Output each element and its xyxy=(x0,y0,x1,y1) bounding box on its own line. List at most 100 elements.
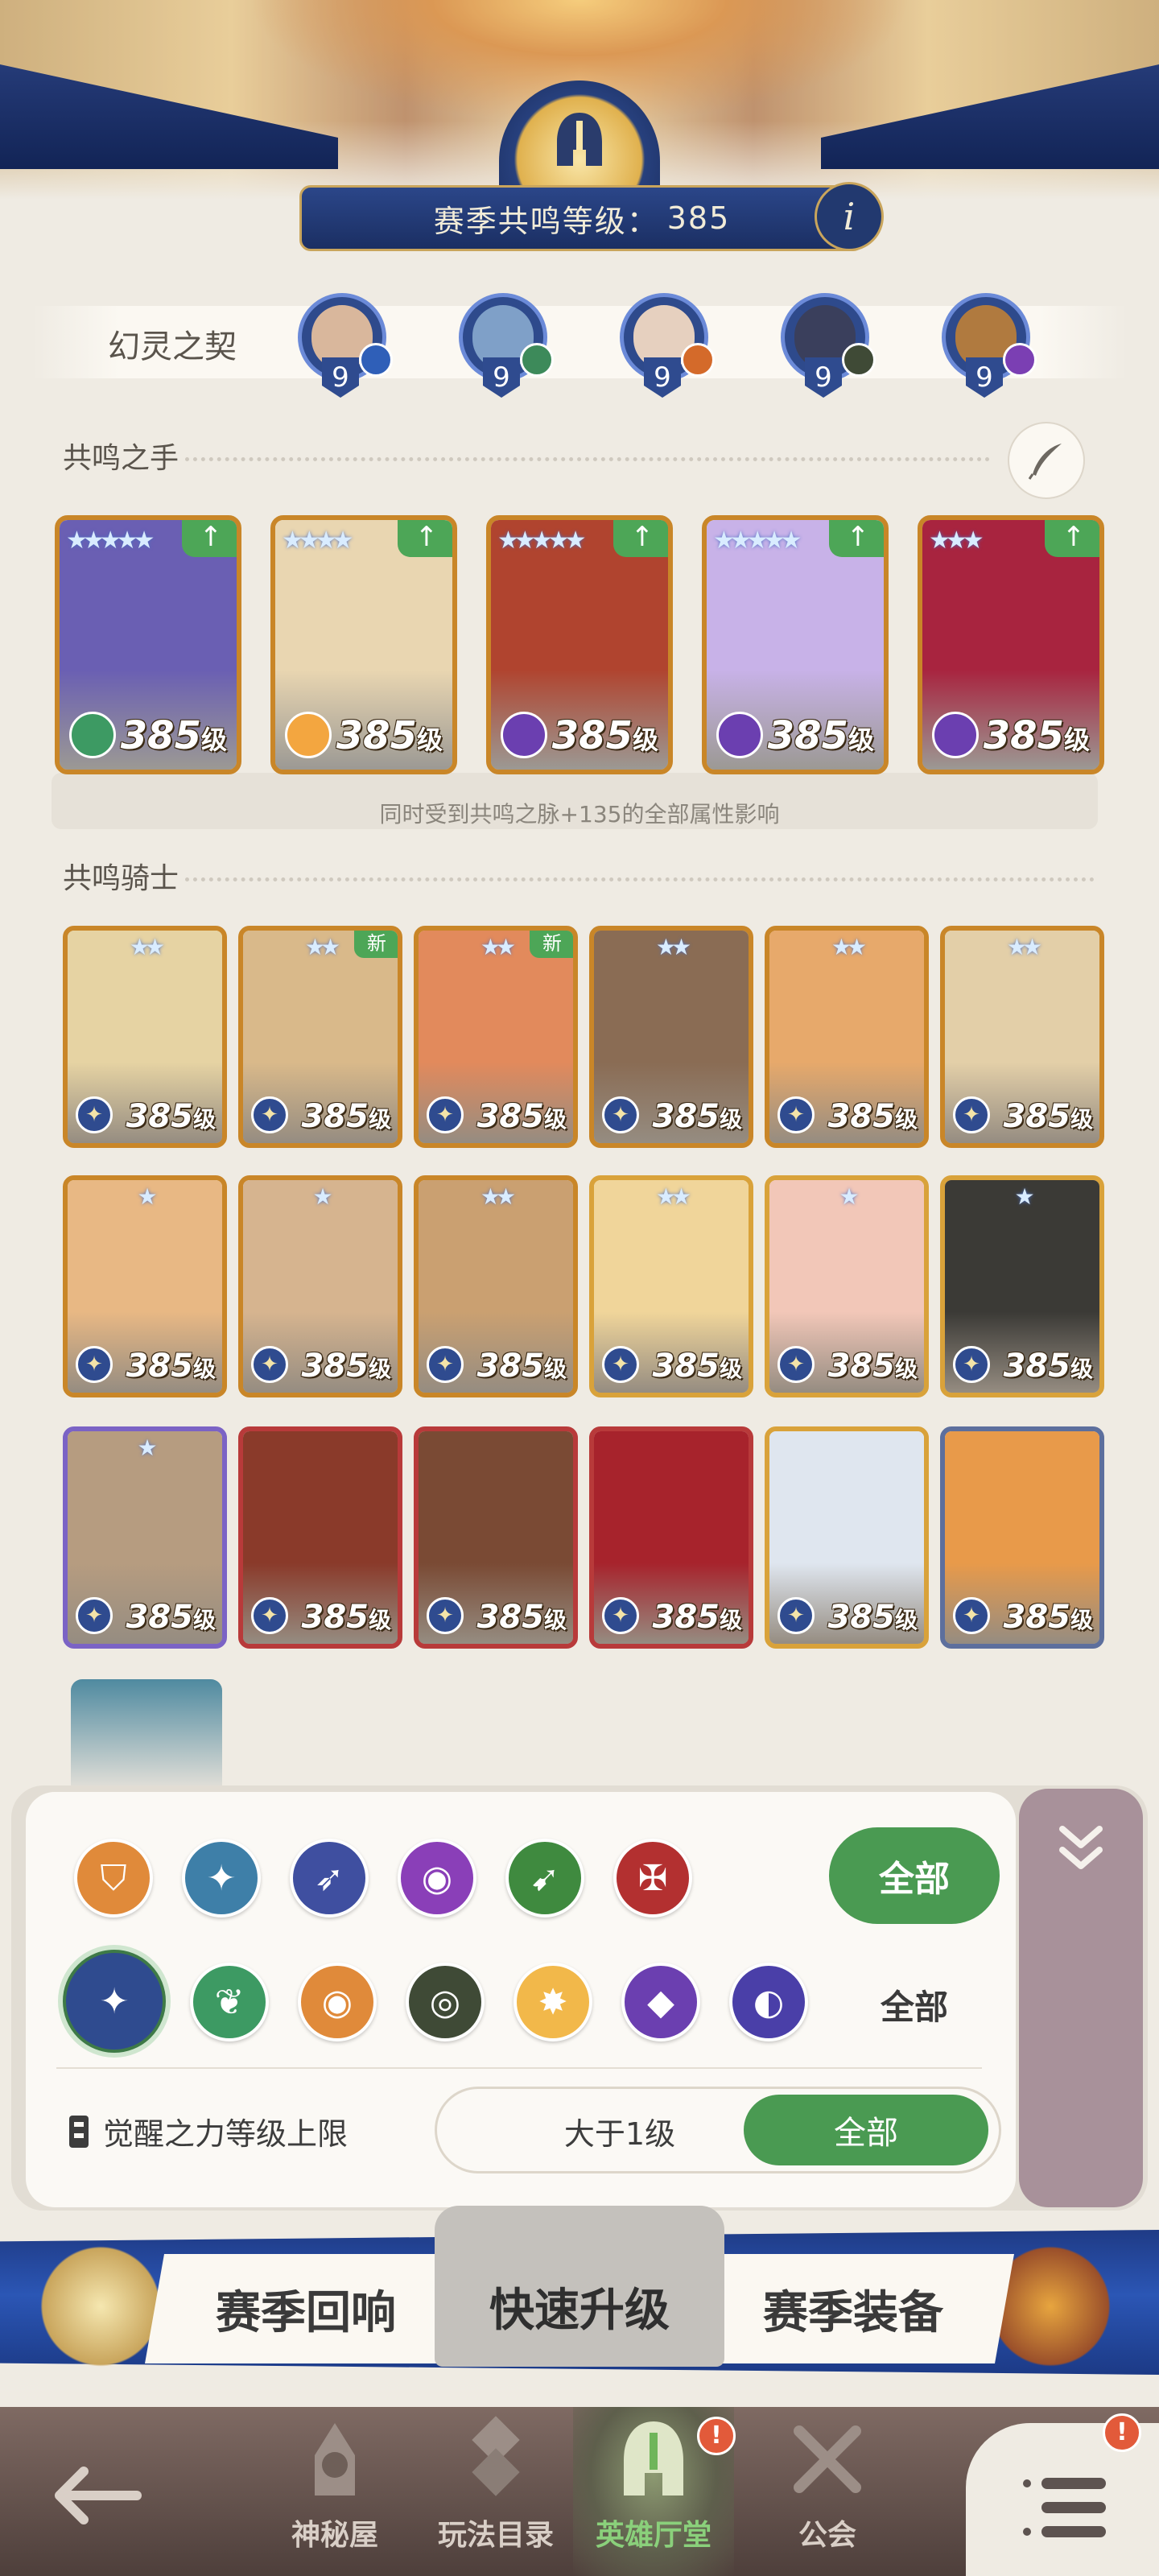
hero-level: 385级 xyxy=(126,1098,216,1135)
hero-level: 385级 xyxy=(476,1348,567,1385)
faction-icon xyxy=(501,712,547,758)
ranger-class-icon[interactable]: ➶ xyxy=(290,1839,369,1918)
quick-upgrade-button[interactable]: 快速升级 xyxy=(435,2206,724,2367)
knight-hero-card[interactable]: ★ ✦ 385级 xyxy=(940,1175,1104,1397)
season-echo-button[interactable]: 赛季回响 xyxy=(145,2254,467,2363)
knight-hero-card[interactable]: ★ ✦ 385级 xyxy=(765,1175,929,1397)
lightbearer-faction-icon: ✦ xyxy=(777,1346,815,1383)
knight-hero-card[interactable]: ✦ 385级 xyxy=(589,1426,753,1649)
contract-slot[interactable]: 9 xyxy=(290,293,394,398)
contract-slot[interactable]: 9 xyxy=(773,293,877,398)
knight-hero-card[interactable]: ✦ 385级 xyxy=(414,1426,578,1649)
hero-level-unit: 级 xyxy=(200,724,227,755)
faction-filter-all-button[interactable]: 全部 xyxy=(829,1964,1000,2045)
knight-hero-card[interactable]: ★★ 新 ✦ 385级 xyxy=(238,926,402,1148)
nav-mystery-house[interactable]: 神秘屋 xyxy=(254,2415,415,2568)
nav-guild[interactable]: 公会 xyxy=(747,2415,908,2568)
star-rating: ★★ xyxy=(129,934,165,960)
season-level-value: 385 xyxy=(666,200,731,236)
hero-level: 385级 xyxy=(126,1348,216,1385)
hero-level: 385级 xyxy=(121,713,227,758)
knights-title-divider xyxy=(185,877,1095,881)
lightbearer-faction-icon[interactable]: ✦ xyxy=(63,1950,166,2053)
celestial-faction-icon[interactable]: ✸ xyxy=(514,1963,592,2041)
awaken-limit-all-button[interactable]: 全部 xyxy=(744,2095,988,2165)
back-arrow-icon[interactable] xyxy=(48,2463,145,2528)
hero-level-value: 385 xyxy=(301,1098,369,1135)
hand-title-divider xyxy=(185,457,990,461)
quill-button[interactable] xyxy=(1008,422,1085,499)
class-filter-all-button[interactable]: 全部 xyxy=(829,1827,1000,1924)
hero-level-value: 385 xyxy=(120,713,201,758)
star-rating: ★★ xyxy=(655,934,691,960)
hero-level-unit: 级 xyxy=(368,1106,391,1133)
hypogean-faction-icon[interactable]: ◆ xyxy=(621,1963,700,2041)
season-gear-button[interactable]: 赛季装备 xyxy=(692,2254,1014,2363)
lightbearer-faction-icon: ✦ xyxy=(953,1597,990,1634)
wilder-faction-icon[interactable]: ❦ xyxy=(190,1963,269,2041)
upgrade-arrow-icon: ↑ xyxy=(398,520,452,557)
graveborn-faction-icon[interactable]: ◉ xyxy=(298,1963,377,2041)
star-rating: ★★ xyxy=(655,1183,691,1210)
hero-level: 385级 xyxy=(652,1348,742,1385)
knight-hero-card[interactable]: ★★ ✦ 385级 xyxy=(589,926,753,1148)
knight-hero-card[interactable]: ✦ 385级 xyxy=(940,1426,1104,1649)
knight-hero-card[interactable]: ★★ ✦ 385级 xyxy=(414,1175,578,1397)
star-rating: ★ xyxy=(137,1183,157,1210)
hero-level-value: 385 xyxy=(652,1348,720,1385)
knight-hero-card[interactable]: ✦ 385级 xyxy=(765,1426,929,1649)
hero-level-unit: 级 xyxy=(719,1356,742,1382)
hand-hero-card[interactable]: ★★★ ↑ 385级 xyxy=(918,515,1104,774)
star-rating: ★★★ xyxy=(929,526,984,555)
knight-hero-card[interactable]: ✦ 385级 xyxy=(238,1426,402,1649)
knight-hero-card[interactable]: ★ ✦ 385级 xyxy=(238,1175,402,1397)
upgrade-arrow-icon: ↑ xyxy=(1045,520,1099,557)
hero-level-value: 385 xyxy=(652,1599,720,1636)
mauler-faction-icon[interactable]: ◎ xyxy=(406,1963,485,2041)
hand-hero-card[interactable]: ★★★★★ ↑ 385级 xyxy=(702,515,889,774)
hero-level: 385级 xyxy=(652,1599,742,1636)
awaken-limit-label: 觉醒之力等级上限 xyxy=(103,2116,349,2152)
contract-level: 9 xyxy=(644,357,681,398)
lightbearer-faction-icon: ✦ xyxy=(251,1597,288,1634)
knight-hero-card[interactable]: ★★ ✦ 385级 xyxy=(940,926,1104,1148)
hero-level-unit: 级 xyxy=(192,1356,216,1382)
hero-level: 385级 xyxy=(1003,1098,1093,1135)
shield-class-icon[interactable]: ⛉ xyxy=(74,1839,153,1918)
warrior-class-icon[interactable]: ✠ xyxy=(613,1839,692,1918)
hand-hero-card[interactable]: ★★★★★ ↑ 385级 xyxy=(55,515,241,774)
knight-hero-card[interactable]: ★ ✦ 385级 xyxy=(63,1426,227,1649)
lightbearer-faction-icon: ✦ xyxy=(76,1346,113,1383)
hero-level-unit: 级 xyxy=(894,1356,918,1382)
knight-hero-card[interactable]: ★★ ✦ 385级 xyxy=(589,1175,753,1397)
hero-level: 385级 xyxy=(476,1098,567,1135)
hero-level-value: 385 xyxy=(126,1348,193,1385)
hand-hero-card[interactable]: ★★★★★ ↑ 385级 xyxy=(486,515,673,774)
hero-level-value: 385 xyxy=(551,713,633,758)
assassin-class-icon[interactable]: ➹ xyxy=(505,1839,584,1918)
knight-hero-card[interactable]: ★ ✦ 385级 xyxy=(63,1175,227,1397)
hand-hero-card[interactable]: ★★★★ ↑ 385级 xyxy=(270,515,457,774)
mystery-house-icon xyxy=(315,2423,355,2496)
knight-hero-card[interactable]: ★★ 新 ✦ 385级 xyxy=(414,926,578,1148)
contract-slot[interactable]: 9 xyxy=(934,293,1038,398)
support-class-icon[interactable]: ◉ xyxy=(398,1839,476,1918)
hero-level-unit: 级 xyxy=(368,1356,391,1382)
knight-hero-card[interactable]: ★★ ✦ 385级 xyxy=(765,926,929,1148)
contract-slot[interactable]: 9 xyxy=(612,293,716,398)
hero-level-unit: 级 xyxy=(192,1106,216,1133)
nav-gameplay-catalog[interactable]: 玩法目录 xyxy=(415,2415,576,2568)
hero-level-unit: 级 xyxy=(543,1607,567,1633)
awaken-limit-value[interactable]: 大于1级 xyxy=(467,2103,773,2159)
hero-level-unit: 级 xyxy=(416,724,443,755)
hero-level-value: 385 xyxy=(301,1348,369,1385)
chevron-down-icon[interactable] xyxy=(1051,1821,1111,1877)
menu-alert-badge: ! xyxy=(1103,2413,1141,2452)
season-resonance-level: 赛季共鸣等级： 385 xyxy=(299,185,864,251)
dimensional-faction-icon[interactable]: ◐ xyxy=(729,1963,808,2041)
knight-card-partial[interactable] xyxy=(71,1679,222,1792)
info-button[interactable]: i xyxy=(815,182,884,251)
contract-slot[interactable]: 9 xyxy=(451,293,555,398)
knight-hero-card[interactable]: ★★ ✦ 385级 xyxy=(63,926,227,1148)
mage-class-icon[interactable]: ✦ xyxy=(182,1839,261,1918)
